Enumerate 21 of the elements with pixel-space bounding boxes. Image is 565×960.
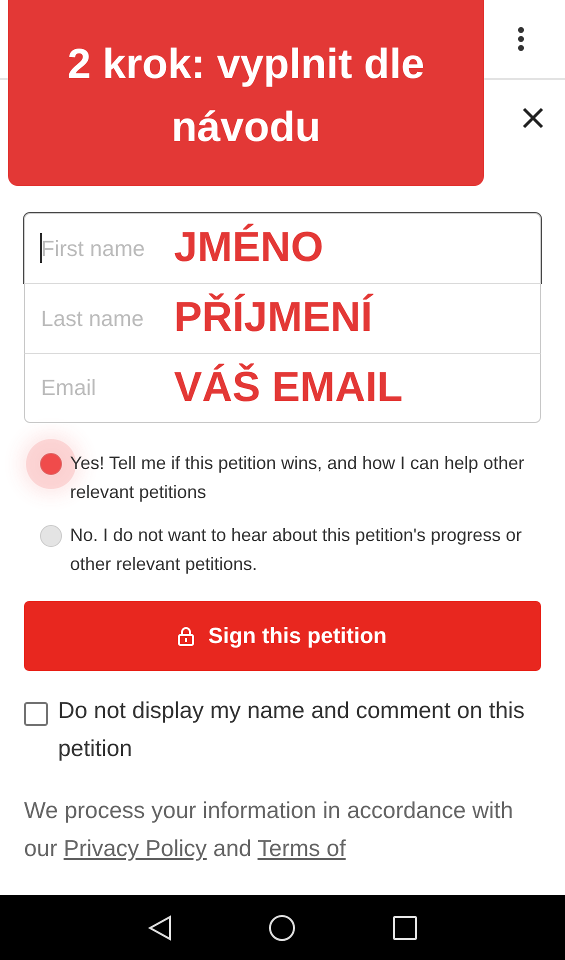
recents-icon[interactable] — [392, 916, 417, 940]
privacy-policy-link[interactable]: Privacy Policy — [64, 835, 207, 861]
checkbox[interactable] — [24, 702, 48, 726]
annotation-banner: 2 krok: vyplnit dle návodu — [8, 0, 484, 186]
text-cursor — [40, 233, 42, 263]
annotation-label: PŘÍJMENÍ — [174, 293, 372, 341]
radio-button[interactable] — [40, 525, 62, 547]
annotation-label: VÁŠ EMAIL — [174, 363, 403, 411]
more-options-icon[interactable] — [517, 26, 525, 52]
annotation-label: JMÉNO — [174, 223, 324, 271]
radio-button[interactable] — [40, 453, 62, 475]
lock-icon — [178, 626, 194, 646]
sign-button[interactable]: Sign this petition — [24, 601, 541, 671]
home-icon[interactable] — [268, 914, 296, 942]
option-label[interactable]: Yes! Tell me if this petition wins, and how I can help other relevant petitions — [70, 449, 541, 507]
checkbox-label[interactable]: Do not display my name and comment on this petition — [58, 691, 541, 767]
back-icon[interactable] — [148, 914, 172, 940]
terms-link[interactable]: Terms of — [258, 835, 346, 861]
option-label[interactable]: No. I do not want to hear about this petition's progress or other relevant petitions. — [70, 521, 541, 579]
privacy-notice: We process your information in accordance with our Privacy Policy and Terms of — [24, 796, 514, 863]
close-icon[interactable] — [522, 107, 544, 129]
